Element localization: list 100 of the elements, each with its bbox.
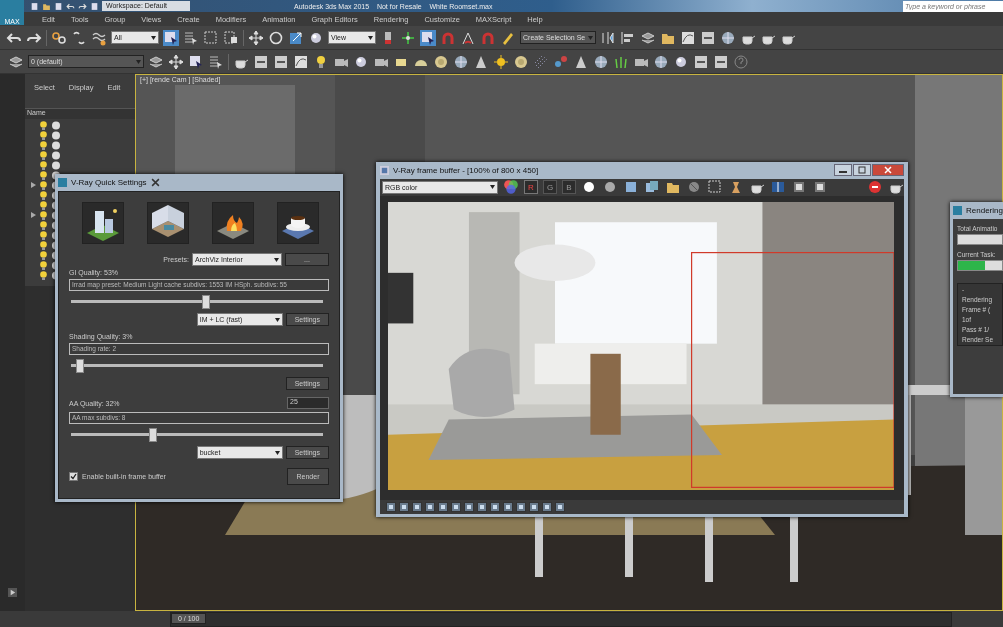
light-bulb-icon[interactable] — [39, 270, 48, 280]
slider-thumb[interactable] — [148, 428, 157, 442]
tool-icon[interactable] — [399, 502, 409, 513]
close-icon[interactable] — [872, 164, 904, 177]
file-icon[interactable] — [30, 1, 39, 11]
caret-icon — [490, 185, 495, 190]
tool-icon[interactable] — [412, 502, 422, 513]
slider-thumb[interactable] — [201, 295, 210, 309]
expand-icon[interactable] — [31, 182, 36, 188]
curve-icon[interactable] — [293, 53, 309, 70]
panel-icon[interactable] — [253, 53, 269, 70]
curve-icon[interactable] — [680, 29, 696, 46]
tool-icon[interactable] — [516, 502, 526, 513]
checkbox[interactable] — [69, 472, 78, 481]
light-bulb-icon[interactable] — [39, 140, 48, 150]
light-bulb-icon[interactable] — [39, 200, 48, 210]
mirror-icon[interactable] — [600, 29, 616, 46]
tool-icon[interactable] — [477, 502, 487, 513]
particles-icon[interactable] — [533, 53, 549, 70]
channel-toggle[interactable]: G — [543, 180, 557, 195]
panel-icon[interactable] — [693, 53, 709, 70]
disc-icon[interactable] — [433, 53, 449, 70]
app-icon — [58, 178, 67, 187]
tool-icon[interactable] — [438, 502, 448, 513]
dialog-title: Rendering — [966, 206, 1003, 215]
light-bulb-icon[interactable] — [39, 180, 48, 190]
light-bulb-icon[interactable] — [39, 120, 48, 130]
light-bulb-icon[interactable] — [39, 150, 48, 160]
fire-icon[interactable] — [212, 202, 254, 244]
light-bulb-icon[interactable] — [39, 160, 48, 170]
globe-icon[interactable] — [453, 53, 469, 70]
channel-toggle[interactable]: B — [562, 180, 576, 195]
align-icon[interactable] — [620, 29, 636, 46]
light-bulb-icon[interactable] — [39, 190, 48, 200]
list-icon[interactable] — [208, 53, 224, 70]
light-bulb-icon[interactable] — [39, 250, 48, 260]
app-icon — [953, 206, 962, 215]
select-icon[interactable] — [420, 29, 436, 46]
panel-icon[interactable] — [700, 29, 716, 46]
dialog-title: V-Ray Quick Settings — [71, 178, 147, 187]
tool-icon[interactable] — [386, 502, 396, 513]
crossing-icon[interactable] — [223, 29, 239, 46]
building-icon[interactable] — [82, 202, 124, 244]
scale-icon[interactable] — [288, 29, 304, 46]
move-icon[interactable] — [168, 53, 184, 70]
light-bulb-icon[interactable] — [39, 170, 48, 180]
light-bulb-icon[interactable] — [39, 260, 48, 270]
sun-icon[interactable] — [493, 53, 509, 70]
light-bulb-icon[interactable] — [39, 240, 48, 250]
tool-icon[interactable] — [542, 502, 552, 513]
cup-icon[interactable] — [277, 202, 319, 244]
select-icon[interactable] — [188, 53, 204, 70]
select-icon[interactable] — [163, 29, 179, 46]
globe-icon[interactable] — [593, 53, 609, 70]
tool-icon[interactable] — [555, 502, 565, 513]
rotate-icon[interactable] — [268, 29, 284, 46]
channel-toggle[interactable]: R — [524, 180, 538, 195]
caret-icon — [151, 35, 156, 40]
light-bulb-icon[interactable] — [39, 130, 48, 140]
caret-icon — [274, 257, 279, 262]
molecule-icon[interactable] — [553, 53, 569, 70]
move-icon[interactable] — [248, 29, 264, 46]
axis-icon[interactable] — [400, 29, 416, 46]
stop-icon[interactable] — [867, 179, 883, 196]
undo-icon[interactable] — [66, 1, 75, 11]
caret-icon — [588, 35, 593, 40]
redo-icon[interactable] — [78, 1, 87, 11]
tool-icon[interactable] — [490, 502, 500, 513]
folder-icon[interactable] — [42, 1, 51, 11]
tool-icon[interactable] — [503, 502, 513, 513]
tool-icon[interactable] — [451, 502, 461, 513]
light-bulb-icon[interactable] — [39, 220, 48, 230]
tool-icon[interactable] — [464, 502, 474, 513]
light-bulb-icon[interactable] — [39, 210, 48, 220]
globe-icon[interactable] — [653, 53, 669, 70]
tool-icon[interactable] — [529, 502, 539, 513]
caret-icon — [136, 59, 141, 64]
room-icon[interactable] — [147, 202, 189, 244]
minimize-icon[interactable] — [834, 164, 852, 177]
list-icon[interactable] — [183, 29, 199, 46]
unlink-icon[interactable] — [71, 29, 87, 46]
caret-icon — [368, 35, 373, 40]
slider-thumb[interactable] — [75, 359, 84, 373]
panel-icon[interactable] — [713, 53, 729, 70]
expand-icon[interactable] — [31, 212, 36, 218]
chain-icon[interactable] — [51, 29, 67, 46]
tool-icon[interactable] — [425, 502, 435, 513]
disc-icon[interactable] — [513, 53, 529, 70]
panel-icon[interactable] — [273, 53, 289, 70]
save-icon[interactable] — [54, 1, 63, 11]
maximize-icon[interactable] — [853, 164, 871, 177]
project-icon[interactable] — [90, 1, 99, 11]
light-bulb-icon[interactable] — [39, 230, 48, 240]
app-icon — [380, 165, 389, 175]
color-wheel-icon[interactable] — [503, 179, 519, 196]
play-icon[interactable] — [8, 588, 17, 597]
close-icon[interactable] — [150, 178, 160, 187]
globe-icon[interactable] — [720, 29, 736, 46]
region-icon[interactable] — [707, 179, 723, 196]
caret-icon — [274, 317, 280, 322]
